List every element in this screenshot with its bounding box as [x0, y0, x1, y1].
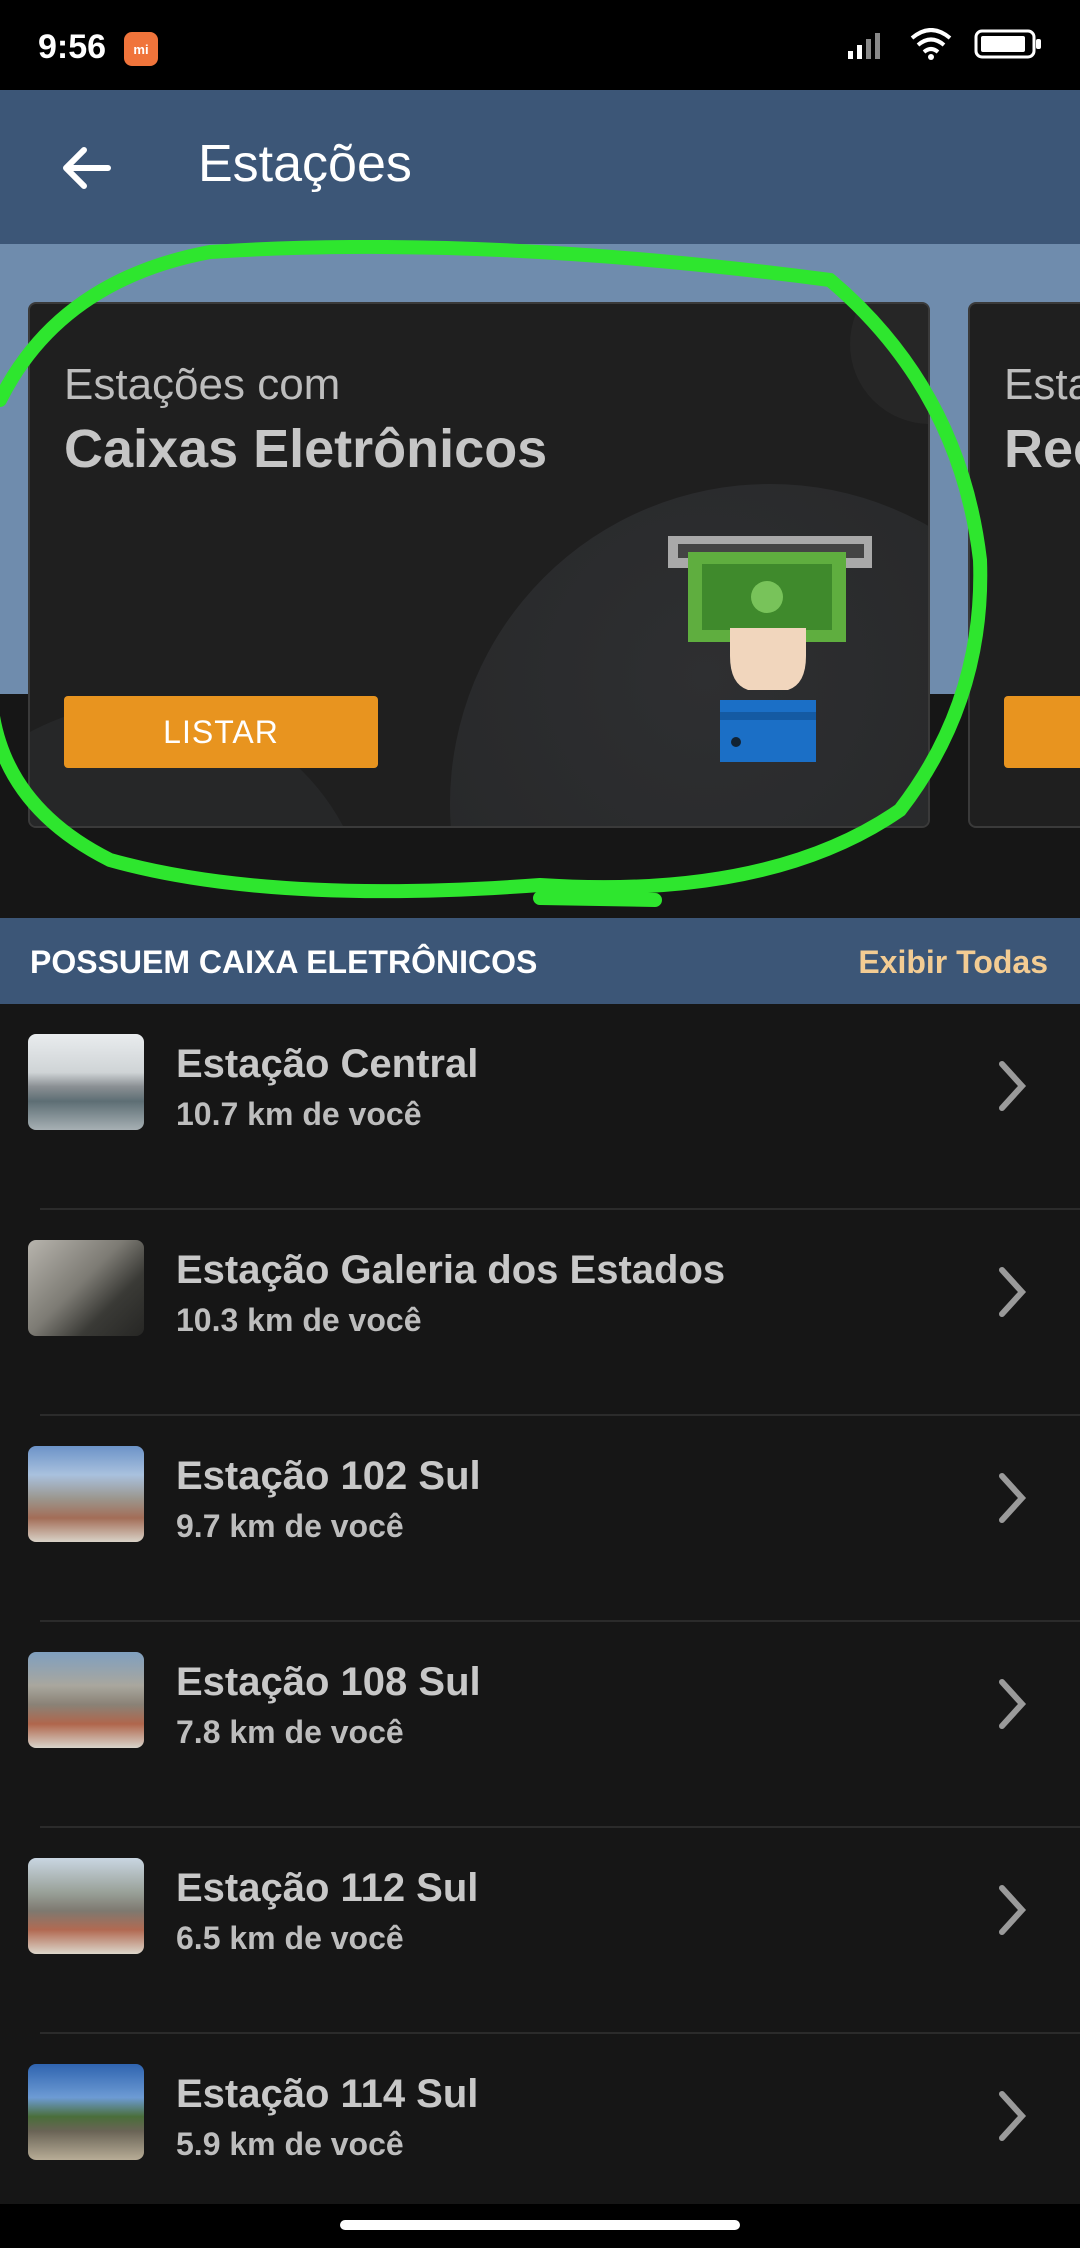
- station-distance: 9.7 km de você: [176, 1508, 404, 1544]
- card-subtitle: Estações com: [64, 360, 341, 409]
- station-name: Estação 114 Sul: [176, 2072, 479, 2116]
- system-nav-bar: [0, 2204, 1080, 2248]
- station-photo: [28, 1446, 144, 1542]
- station-photo: [28, 1858, 144, 1954]
- show-all-link[interactable]: Exibir Todas: [858, 944, 1048, 981]
- station-list: Estação Central 10.7 km de você Estação …: [0, 1004, 1080, 2240]
- station-name: Estação 112 Sul: [176, 1866, 479, 1910]
- chevron-right-icon: [999, 2091, 1027, 2141]
- station-row[interactable]: Estação 112 Sul 6.5 km de você: [0, 1828, 1080, 2034]
- chevron-right-icon: [999, 1267, 1027, 1317]
- chevron-right-icon: [999, 1061, 1027, 1111]
- chevron-right-icon: [999, 1885, 1027, 1935]
- home-indicator[interactable]: [340, 2220, 740, 2230]
- station-row[interactable]: Estação Galeria dos Estados 10.3 km de v…: [0, 1210, 1080, 1416]
- battery-icon: [974, 29, 1041, 59]
- station-row[interactable]: Estação 108 Sul 7.8 km de você: [0, 1622, 1080, 1828]
- next-card-button[interactable]: [1004, 696, 1080, 768]
- status-icons: [848, 28, 1044, 60]
- card-title: Caixas Eletrônicos: [64, 419, 548, 479]
- list-button[interactable]: LISTAR: [64, 696, 378, 768]
- next-card[interactable]: Esta Rec: [968, 302, 1080, 828]
- page-title: Estações: [198, 135, 412, 193]
- station-name: Estação Central: [176, 1042, 479, 1086]
- station-distance: 6.5 km de você: [176, 1920, 404, 1956]
- status-time: 9:56: [38, 28, 107, 66]
- station-photo: [28, 1034, 144, 1130]
- station-distance: 7.8 km de você: [176, 1714, 404, 1750]
- chevron-right-icon: [999, 1473, 1027, 1523]
- station-name: Estação Galeria dos Estados: [176, 1248, 726, 1292]
- station-row[interactable]: Estação 102 Sul 9.7 km de você: [0, 1416, 1080, 1622]
- station-photo: [28, 2064, 144, 2160]
- section-header: POSSUEM CAIXA ELETRÔNICOS Exibir Todas: [0, 918, 1080, 1004]
- card-subtitle: Esta: [1004, 360, 1080, 409]
- atm-stations-card[interactable]: Estações com Caixas Eletrônicos LISTAR: [28, 302, 930, 828]
- section-title: POSSUEM CAIXA ELETRÔNICOS: [30, 944, 538, 980]
- station-distance: 5.9 km de você: [176, 2126, 404, 2162]
- back-arrow-icon[interactable]: [58, 138, 118, 198]
- atm-cash-icon: [668, 536, 872, 762]
- status-bar: 9:56 mi: [0, 0, 1080, 90]
- station-distance: 10.3 km de você: [176, 1302, 422, 1338]
- mi-notification-icon: mi: [124, 32, 158, 66]
- card-decoration: [850, 304, 928, 424]
- card-title: Rec: [1004, 419, 1080, 479]
- station-name: Estação 102 Sul: [176, 1454, 481, 1498]
- signal-icon: [848, 33, 880, 59]
- station-name: Estação 108 Sul: [176, 1660, 481, 1704]
- station-distance: 10.7 km de você: [176, 1096, 422, 1132]
- station-photo: [28, 1240, 144, 1336]
- station-row[interactable]: Estação Central 10.7 km de você: [0, 1004, 1080, 1210]
- chevron-right-icon: [999, 1679, 1027, 1729]
- app-bar: Estações: [0, 90, 1080, 244]
- wifi-icon: [910, 28, 952, 60]
- station-photo: [28, 1652, 144, 1748]
